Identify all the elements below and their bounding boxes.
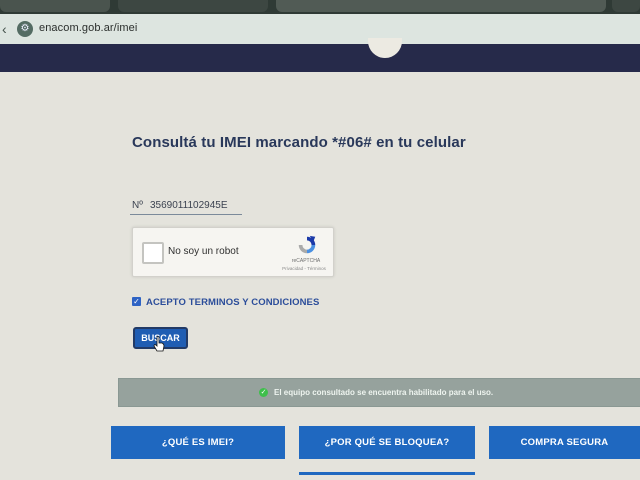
- url-text[interactable]: enacom.gob.ar/imei: [39, 22, 137, 34]
- browser-tab-strip: [0, 0, 640, 14]
- recaptcha-links[interactable]: Privacidad - Términos: [277, 266, 331, 271]
- imei-field[interactable]: Nº: [130, 197, 242, 215]
- check-circle-icon: ✓: [259, 388, 268, 397]
- address-bar: ‹ ⚙ enacom.gob.ar/imei: [0, 14, 640, 44]
- arrow-icon[interactable]: ‹: [2, 20, 12, 38]
- terms-label[interactable]: ACEPTO TERMINOS Y CONDICIONES: [146, 297, 319, 308]
- imei-input[interactable]: [150, 197, 242, 213]
- recaptcha-checkbox[interactable]: [142, 242, 164, 264]
- safe-purchase-button[interactable]: COMPRA SEGURA: [489, 426, 640, 459]
- why-blocked-button[interactable]: ¿POR QUÉ SE BLOQUEA?: [299, 426, 475, 459]
- active-nav-underline: [299, 472, 475, 475]
- site-logo[interactable]: [368, 38, 402, 58]
- site-settings-icon[interactable]: ⚙: [17, 21, 33, 37]
- site-header: [0, 38, 640, 72]
- browser-tab[interactable]: [118, 0, 268, 12]
- recaptcha-label: No soy un robot: [168, 246, 239, 257]
- browser-tab[interactable]: [0, 0, 110, 12]
- hand-cursor-icon: [153, 336, 165, 352]
- recaptcha-widget: No soy un robot reCAPTCHA Privacidad - T…: [132, 227, 334, 277]
- imei-prefix: Nº: [132, 200, 143, 211]
- recaptcha-logo-icon: [298, 235, 316, 254]
- check-icon: ✓: [133, 297, 140, 306]
- terms-checkbox[interactable]: ✓: [132, 297, 141, 306]
- what-is-imei-button[interactable]: ¿QUÉ ES IMEI?: [111, 426, 285, 459]
- browser-tab[interactable]: [612, 0, 640, 12]
- recaptcha-brand: reCAPTCHA: [291, 258, 321, 264]
- page-title: Consultá tu IMEI marcando *#06# en tu ce…: [132, 134, 466, 151]
- browser-tab-active[interactable]: [276, 0, 606, 12]
- result-message: El equipo consultado se encuentra habili…: [274, 388, 494, 397]
- result-banner: ✓ El equipo consultado se encuentra habi…: [118, 378, 640, 407]
